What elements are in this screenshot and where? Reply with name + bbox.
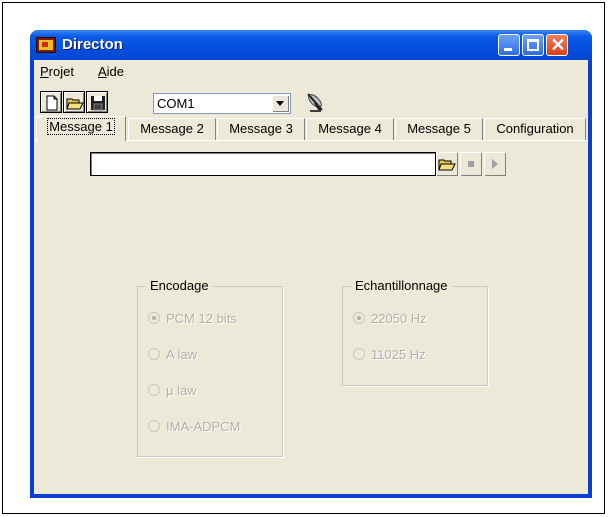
new-button[interactable] <box>40 91 62 113</box>
tab-label: Message 4 <box>318 121 382 136</box>
browse-button[interactable] <box>436 152 458 176</box>
minimize-icon <box>504 48 512 51</box>
tab-label: Message 3 <box>229 121 293 136</box>
tab-message-2[interactable]: Message 2 <box>128 118 216 140</box>
radio-label: PCM 12 bits <box>166 311 237 326</box>
encodage-title: Encodage <box>146 278 213 293</box>
tab-message-1[interactable]: Message 1 <box>36 116 126 141</box>
encodage-group: Encodage PCM 12 bits A law µ law IMA-ADP… <box>137 278 283 457</box>
message-tabs: Message 1 Message 2 Message 3 Message 4 … <box>34 116 588 141</box>
tab-panel-message-1 <box>34 140 588 492</box>
save-button[interactable] <box>86 91 108 113</box>
radio-label: 22050 Hz <box>371 311 427 326</box>
tab-message-4[interactable]: Message 4 <box>306 118 394 140</box>
radio-selected-icon <box>148 312 160 324</box>
menu-aide-label: Aide <box>98 64 125 79</box>
tab-label: Message 5 <box>407 121 471 136</box>
radio-icon <box>148 420 160 432</box>
stop-icon <box>468 161 474 167</box>
close-button[interactable]: ✕ <box>546 34 568 56</box>
connect-button[interactable] <box>304 91 326 113</box>
radio-label: A law <box>166 347 198 362</box>
play-icon <box>492 159 498 169</box>
app-window: Directon ✕ Projet Aide COM1 Message 1 Me… <box>30 30 592 498</box>
radio-icon <box>353 348 365 360</box>
title-bar[interactable]: Directon ✕ <box>30 30 592 60</box>
stop-button[interactable] <box>460 152 482 176</box>
menu-aide[interactable]: Aide <box>98 64 124 79</box>
menu-projet-label: Projet <box>40 64 74 79</box>
play-button[interactable] <box>484 152 506 176</box>
app-flag-icon <box>36 37 56 53</box>
port-select[interactable]: COM1 <box>153 93 291 114</box>
radio-selected-icon <box>353 312 365 324</box>
port-select-value: COM1 <box>157 96 195 111</box>
tab-label: Message 2 <box>140 121 204 136</box>
tab-configuration[interactable]: Configuration <box>484 118 586 140</box>
maximize-button[interactable] <box>522 34 544 56</box>
satellite-dish-icon <box>307 93 323 112</box>
new-document-icon <box>46 95 58 111</box>
radio-label: 11025 Hz <box>371 347 426 362</box>
tab-message-5[interactable]: Message 5 <box>395 118 483 140</box>
radio-icon <box>148 384 160 396</box>
window-title: Directon <box>62 36 123 53</box>
file-path-input[interactable] <box>90 152 436 176</box>
chevron-down-icon[interactable] <box>272 95 289 112</box>
radio-label: µ law <box>166 383 197 398</box>
tab-label: Configuration <box>496 121 574 136</box>
radio-icon <box>148 348 160 360</box>
tab-label: Message 1 <box>47 118 115 135</box>
tab-message-3[interactable]: Message 3 <box>217 118 305 140</box>
radio-label: IMA-ADPCM <box>166 419 241 434</box>
maximize-icon <box>527 39 539 51</box>
menu-bar: Projet Aide <box>34 60 588 82</box>
echantillonnage-group: Echantillonnage 22050 Hz 11025 Hz <box>342 278 488 386</box>
close-icon: ✕ <box>550 35 566 55</box>
menu-projet[interactable]: Projet <box>40 64 74 79</box>
save-disk-icon <box>91 96 105 111</box>
echantillonnage-title: Echantillonnage <box>351 278 452 293</box>
client-area: Projet Aide COM1 Message 1 Message 2 Mes… <box>34 60 588 494</box>
open-folder-icon <box>66 98 84 110</box>
open-folder-icon <box>438 159 456 171</box>
open-button[interactable] <box>63 91 85 113</box>
minimize-button[interactable] <box>498 34 520 56</box>
